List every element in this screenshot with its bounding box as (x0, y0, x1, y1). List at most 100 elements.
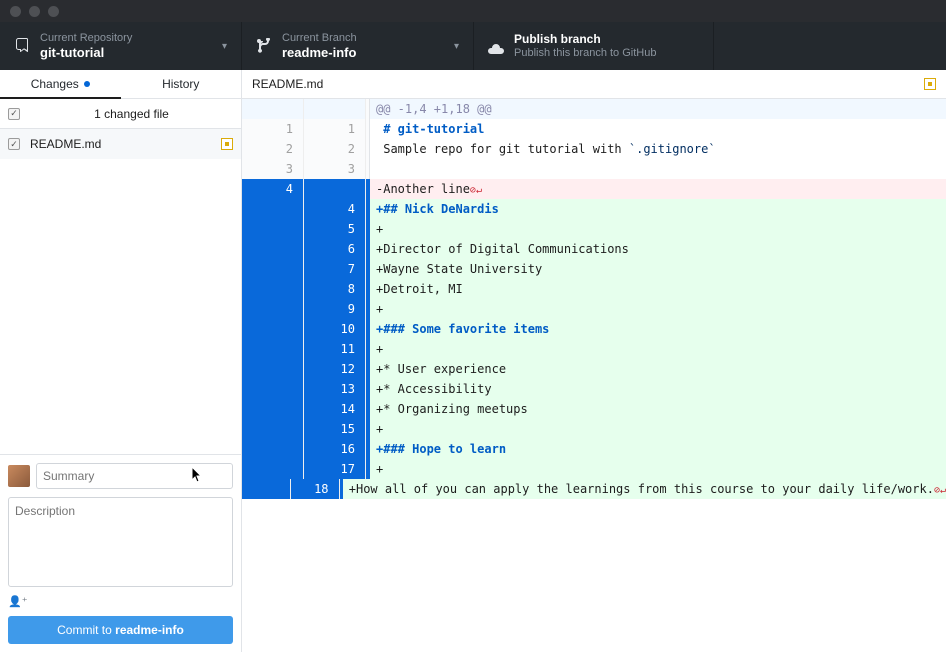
diff-line[interactable]: 16+### Hope to learn (242, 439, 946, 459)
diff-code: Sample repo for git tutorial with `.giti… (370, 139, 946, 159)
diff-line[interactable]: 12+* User experience (242, 359, 946, 379)
publish-button[interactable]: Publish branch Publish this branch to Gi… (474, 22, 714, 70)
line-number-new (304, 99, 366, 119)
line-number-old: 4 (242, 179, 304, 199)
summary-input[interactable] (36, 463, 233, 489)
diff-code: +Director of Digital Communications (370, 239, 946, 259)
diff-code: # git-tutorial (370, 119, 946, 139)
line-number-new: 11 (304, 339, 366, 359)
line-number-old (242, 299, 304, 319)
line-number-new: 6 (304, 239, 366, 259)
line-number-old: 3 (242, 159, 304, 179)
tab-changes[interactable]: Changes (0, 70, 121, 98)
line-number-old (242, 359, 304, 379)
line-number-new: 3 (304, 159, 366, 179)
file-name: README.md (30, 137, 221, 151)
diff-line[interactable]: 6+Director of Digital Communications (242, 239, 946, 259)
branch-dropdown[interactable]: Current Branch readme-info ▾ (242, 22, 474, 70)
diff-line[interactable]: 15+ (242, 419, 946, 439)
line-number-new (304, 179, 366, 199)
diff-code: +Detroit, MI (370, 279, 946, 299)
line-number-new: 1 (304, 119, 366, 139)
diff-code: +* Accessibility (370, 379, 946, 399)
line-number-old (242, 379, 304, 399)
line-number-old (242, 219, 304, 239)
diff-line[interactable]: 8+Detroit, MI (242, 279, 946, 299)
avatar (8, 465, 30, 487)
diff-line[interactable]: 9+ (242, 299, 946, 319)
line-number-old (242, 239, 304, 259)
repo-value: git-tutorial (40, 45, 222, 61)
diff-line[interactable]: 22 Sample repo for git tutorial with `.g… (242, 139, 946, 159)
changes-sidebar: Changes History ✓ 1 changed file ✓ READM… (0, 70, 242, 652)
main-toolbar: Current Repository git-tutorial ▾ Curren… (0, 22, 946, 70)
diff-code: + (370, 339, 946, 359)
diff-line[interactable]: 14+* Organizing meetups (242, 399, 946, 419)
cloud-upload-icon (488, 38, 504, 54)
line-number-new: 8 (304, 279, 366, 299)
line-number-new: 13 (304, 379, 366, 399)
diff-line[interactable]: 4+## Nick DeNardis (242, 199, 946, 219)
commit-form: 👤⁺ Commit to readme-info (0, 454, 241, 652)
line-number-old (242, 439, 304, 459)
diff-code: + (370, 219, 946, 239)
zoom-traffic-light[interactable] (48, 6, 59, 17)
diff-code: +### Some favorite items (370, 319, 946, 339)
diff-code: + (370, 299, 946, 319)
repo-dropdown[interactable]: Current Repository git-tutorial ▾ (0, 22, 242, 70)
window-titlebar (0, 0, 946, 22)
commit-button[interactable]: Commit to readme-info (8, 616, 233, 644)
diff-line[interactable]: 5+ (242, 219, 946, 239)
diff-line[interactable]: 18+How all of you can apply the learning… (242, 479, 946, 499)
tab-history[interactable]: History (121, 70, 242, 98)
close-traffic-light[interactable] (10, 6, 21, 17)
tab-changes-label: Changes (31, 77, 79, 91)
diff-body[interactable]: @@ -1,4 +1,18 @@11 # git-tutorial22 Samp… (242, 99, 946, 652)
add-coauthor-button[interactable]: 👤⁺ (8, 595, 233, 608)
diff-code: -Another line⊘↵ (370, 179, 946, 199)
changed-file-row[interactable]: ✓ README.md (0, 129, 241, 159)
line-number-old (242, 259, 304, 279)
line-number-old (242, 459, 304, 479)
diff-line[interactable]: 13+* Accessibility (242, 379, 946, 399)
chevron-down-icon: ▾ (222, 41, 227, 52)
changed-file-count: 1 changed file (30, 107, 233, 121)
minimize-traffic-light[interactable] (29, 6, 40, 17)
diff-code: +Wayne State University (370, 259, 946, 279)
publish-subtitle: Publish this branch to GitHub (514, 47, 699, 60)
changed-files-header: ✓ 1 changed file (0, 99, 241, 129)
diff-line[interactable]: 11 # git-tutorial (242, 119, 946, 139)
line-number-new: 16 (304, 439, 366, 459)
line-number-new: 7 (304, 259, 366, 279)
diff-line[interactable]: 17+ (242, 459, 946, 479)
line-number-old: 1 (242, 119, 304, 139)
line-number-new: 14 (304, 399, 366, 419)
line-number-old (242, 399, 304, 419)
line-number-new: 2 (304, 139, 366, 159)
description-input[interactable] (8, 497, 233, 587)
chevron-down-icon: ▾ (454, 41, 459, 52)
diff-line[interactable]: 11+ (242, 339, 946, 359)
branch-icon (256, 38, 272, 54)
diff-code: @@ -1,4 +1,18 @@ (370, 99, 946, 119)
line-number-old (242, 419, 304, 439)
line-number-new: 10 (304, 319, 366, 339)
line-number-old (242, 279, 304, 299)
diff-code: +### Hope to learn (370, 439, 946, 459)
diff-line[interactable]: 7+Wayne State University (242, 259, 946, 279)
diff-line[interactable]: @@ -1,4 +1,18 @@ (242, 99, 946, 119)
line-number-old: 2 (242, 139, 304, 159)
select-all-checkbox[interactable]: ✓ (8, 108, 20, 120)
file-checkbox[interactable]: ✓ (8, 138, 20, 150)
modified-icon (924, 78, 936, 90)
diff-line[interactable]: 10+### Some favorite items (242, 319, 946, 339)
diff-line[interactable]: 4 -Another line⊘↵ (242, 179, 946, 199)
diff-header: README.md (242, 70, 946, 99)
branch-value: readme-info (282, 45, 454, 61)
diff-code (370, 159, 946, 179)
repo-icon (14, 38, 30, 54)
diff-line[interactable]: 33 (242, 159, 946, 179)
no-newline-icon: ⊘↵ (470, 185, 482, 196)
line-number-new: 18 (291, 479, 340, 499)
line-number-old (242, 479, 291, 499)
